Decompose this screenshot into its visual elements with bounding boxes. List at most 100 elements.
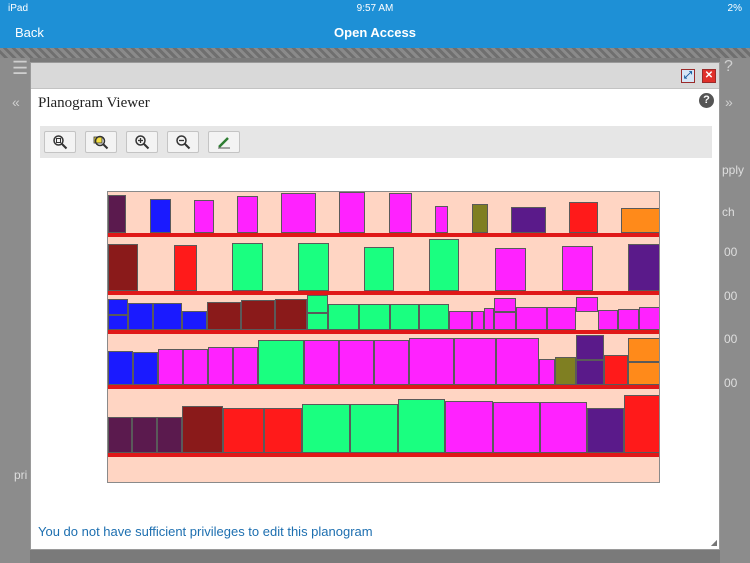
planogram-product[interactable] bbox=[484, 308, 494, 330]
planogram-product[interactable] bbox=[237, 196, 258, 233]
planogram-product[interactable] bbox=[494, 298, 516, 312]
back-button[interactable]: Back bbox=[15, 25, 44, 40]
planogram-product[interactable] bbox=[182, 406, 223, 453]
planogram-product[interactable] bbox=[241, 300, 275, 330]
background-text: 00 bbox=[724, 289, 738, 303]
planogram-product[interactable] bbox=[419, 304, 449, 330]
planogram-product[interactable] bbox=[307, 295, 328, 313]
planogram-product[interactable] bbox=[409, 338, 454, 385]
planogram-product[interactable] bbox=[304, 340, 339, 385]
planogram-product[interactable] bbox=[350, 404, 398, 453]
edit-button[interactable] bbox=[208, 131, 240, 153]
planogram-product[interactable] bbox=[232, 243, 263, 291]
chevron-right-icon: » bbox=[725, 94, 733, 110]
planogram-product[interactable] bbox=[449, 311, 472, 330]
planogram-product[interactable] bbox=[182, 311, 207, 330]
planogram-product[interactable] bbox=[472, 311, 484, 330]
planogram-product[interactable] bbox=[281, 193, 316, 233]
planogram-product[interactable] bbox=[435, 206, 448, 233]
planogram-product[interactable] bbox=[618, 309, 639, 330]
planogram-product[interactable] bbox=[108, 195, 126, 233]
planogram-product[interactable] bbox=[624, 395, 659, 453]
planogram-product[interactable] bbox=[258, 340, 304, 385]
planogram-product[interactable] bbox=[398, 399, 445, 453]
planogram-canvas[interactable] bbox=[107, 191, 660, 483]
planogram-product[interactable] bbox=[174, 245, 197, 291]
status-bar: iPad 9:57 AM 2% bbox=[0, 0, 750, 16]
zoom-in-icon bbox=[135, 135, 150, 150]
planogram-product[interactable] bbox=[454, 338, 496, 385]
planogram-product[interactable] bbox=[328, 304, 359, 330]
planogram-product[interactable] bbox=[547, 307, 576, 330]
planogram-product[interactable] bbox=[389, 193, 412, 233]
zoom-in-button[interactable] bbox=[126, 131, 158, 153]
dialog-title: Planogram Viewer bbox=[38, 95, 150, 111]
planogram-product[interactable] bbox=[157, 417, 182, 453]
planogram-product[interactable] bbox=[153, 303, 182, 330]
background-right-panel bbox=[720, 58, 750, 563]
planogram-product[interactable] bbox=[516, 307, 547, 330]
planogram-product[interactable] bbox=[555, 357, 576, 385]
planogram-product[interactable] bbox=[576, 297, 598, 312]
planogram-product[interactable] bbox=[639, 307, 659, 330]
planogram-product[interactable] bbox=[339, 340, 374, 385]
planogram-product[interactable] bbox=[539, 359, 555, 385]
planogram-product[interactable] bbox=[569, 202, 598, 233]
popout-icon[interactable]: ⤢ bbox=[681, 69, 695, 83]
planogram-product[interactable] bbox=[359, 304, 390, 330]
planogram-product[interactable] bbox=[194, 200, 214, 233]
planogram-product[interactable] bbox=[604, 355, 628, 385]
zoom-area-button[interactable] bbox=[85, 131, 117, 153]
planogram-product[interactable] bbox=[587, 408, 624, 453]
planogram-product[interactable] bbox=[150, 199, 171, 233]
planogram-product[interactable] bbox=[472, 204, 488, 233]
planogram-product[interactable] bbox=[628, 244, 659, 291]
planogram-product[interactable] bbox=[132, 417, 157, 453]
planogram-product[interactable] bbox=[108, 315, 128, 330]
planogram-product[interactable] bbox=[128, 303, 153, 330]
planogram-product[interactable] bbox=[339, 192, 365, 233]
planogram-product[interactable] bbox=[108, 351, 133, 385]
planogram-product[interactable] bbox=[302, 404, 350, 453]
planogram-product[interactable] bbox=[628, 338, 659, 362]
planogram-product[interactable] bbox=[298, 243, 329, 291]
planogram-viewer-dialog: ⤢ ✕ Planogram Viewer ? You do not have s… bbox=[30, 62, 720, 550]
planogram-product[interactable] bbox=[540, 402, 587, 453]
planogram-product[interactable] bbox=[208, 347, 233, 385]
planogram-product[interactable] bbox=[207, 302, 241, 330]
planogram-product[interactable] bbox=[390, 304, 419, 330]
planogram-product[interactable] bbox=[183, 349, 208, 385]
planogram-product[interactable] bbox=[264, 408, 302, 453]
planogram-product[interactable] bbox=[495, 248, 526, 291]
planogram-product[interactable] bbox=[233, 347, 258, 385]
planogram-product[interactable] bbox=[496, 338, 539, 385]
planogram-product[interactable] bbox=[562, 246, 593, 291]
planogram-product[interactable] bbox=[511, 207, 546, 233]
planogram-product[interactable] bbox=[364, 247, 394, 291]
planogram-product[interactable] bbox=[108, 244, 138, 291]
planogram-product[interactable] bbox=[108, 417, 132, 453]
planogram-product[interactable] bbox=[374, 340, 409, 385]
close-icon[interactable]: ✕ bbox=[702, 69, 716, 83]
planogram-product[interactable] bbox=[275, 299, 307, 330]
zoom-fit-button[interactable] bbox=[44, 131, 76, 153]
planogram-product[interactable] bbox=[598, 310, 618, 330]
planogram-product[interactable] bbox=[307, 313, 328, 330]
planogram-product[interactable] bbox=[223, 408, 264, 453]
planogram-product[interactable] bbox=[158, 349, 183, 385]
zoom-out-button[interactable] bbox=[167, 131, 199, 153]
chevron-left-icon: « bbox=[12, 94, 20, 110]
planogram-product[interactable] bbox=[576, 360, 604, 385]
planogram-product[interactable] bbox=[429, 239, 459, 291]
help-button[interactable]: ? bbox=[699, 93, 714, 108]
planogram-product[interactable] bbox=[621, 208, 659, 233]
planogram-product[interactable] bbox=[133, 352, 158, 385]
planogram-product[interactable] bbox=[493, 402, 540, 453]
planogram-product[interactable] bbox=[108, 299, 128, 315]
planogram-product[interactable] bbox=[628, 362, 659, 385]
privilege-message: You do not have sufficient privileges to… bbox=[38, 524, 373, 539]
planogram-product[interactable] bbox=[494, 312, 516, 330]
planogram-product[interactable] bbox=[445, 401, 493, 453]
planogram-product[interactable] bbox=[576, 335, 604, 360]
resize-grip-icon[interactable]: ◢ bbox=[711, 538, 717, 547]
